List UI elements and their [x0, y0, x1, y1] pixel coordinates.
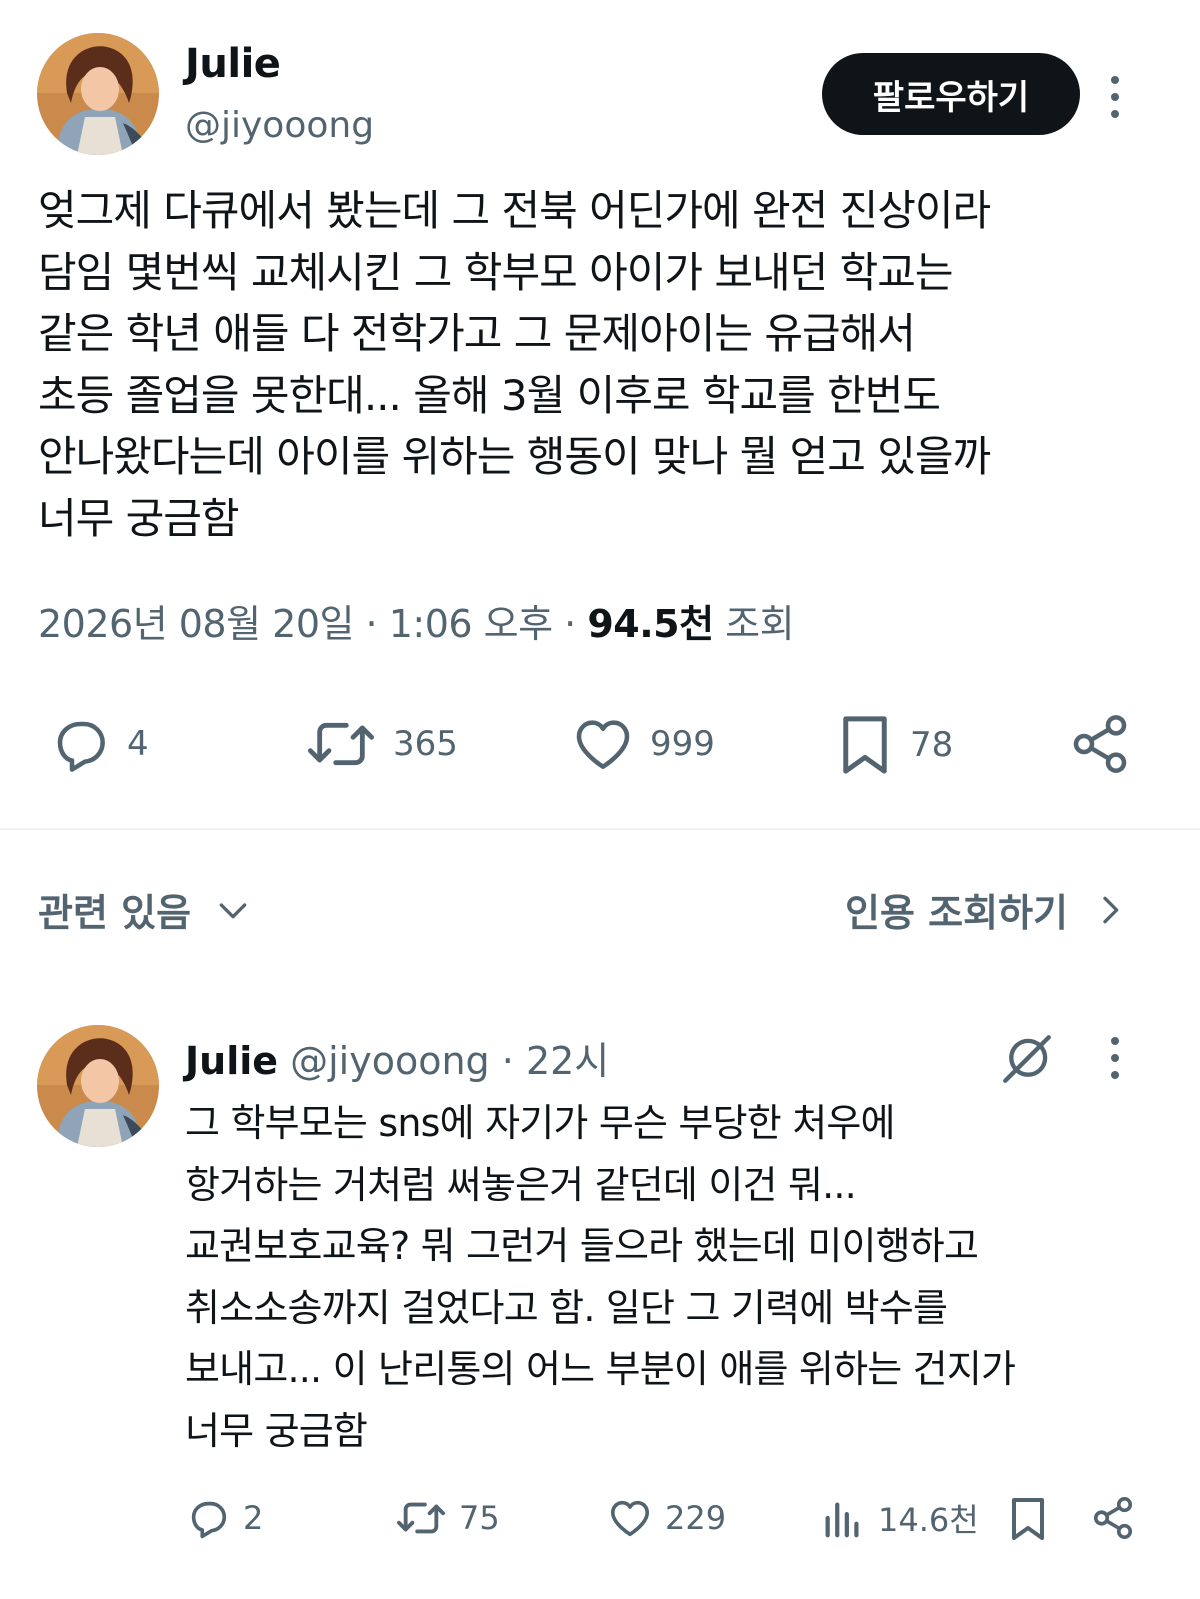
reply-button[interactable]: 4 — [47, 712, 149, 776]
views-label: 조회 — [725, 602, 795, 646]
reply-reply-count: 2 — [243, 1499, 264, 1537]
views-count: 94.5천 — [587, 602, 714, 646]
reply-like-count: 229 — [665, 1499, 727, 1537]
more-icon[interactable] — [1105, 76, 1125, 118]
reply-retweet-button[interactable]: 75 — [395, 1495, 500, 1541]
follow-button[interactable]: 팔로우하기 — [822, 53, 1080, 135]
retweet-icon — [397, 1502, 445, 1534]
related-label: 관련 있음 — [38, 891, 192, 935]
author-handle[interactable]: @jiyooong — [185, 105, 374, 146]
author-name[interactable]: Julie — [185, 41, 281, 87]
grok-icon[interactable] — [998, 1030, 1056, 1092]
share-icon — [1093, 1497, 1133, 1539]
tweet-date[interactable]: 2026년 08월 20일 — [38, 602, 354, 646]
reply-views-count: 14.6천 — [878, 1501, 979, 1539]
reply-more-icon[interactable] — [1105, 1037, 1125, 1079]
reply-icon — [57, 721, 105, 772]
reply-share-button[interactable] — [1090, 1495, 1136, 1541]
share-icon — [1073, 715, 1127, 773]
reply-reply-button[interactable]: 2 — [185, 1495, 263, 1541]
avatar-image — [37, 1025, 159, 1147]
related-dropdown[interactable]: 관련 있음 — [38, 882, 253, 937]
reply-avatar[interactable] — [37, 1025, 159, 1147]
share-button[interactable] — [1068, 712, 1132, 776]
bookmark-count: 78 — [910, 725, 954, 765]
reply-author-name[interactable]: Julie — [185, 1039, 278, 1083]
tweet-text: 엊그제 다큐에서 봤는데 그 전북 어딘가에 완전 진상이라 담임 몇번씩 교체… — [38, 186, 991, 543]
reply-header: Julie @jiyooong · 22시 — [185, 1039, 610, 1083]
bookmark-icon — [1012, 1498, 1044, 1540]
quote-label: 인용 조회하기 — [845, 891, 1068, 935]
views-icon — [825, 1502, 859, 1538]
chevron-right-icon — [1103, 896, 1119, 923]
reply-author-handle[interactable]: @jiyooong — [290, 1039, 490, 1083]
retweet-icon — [307, 722, 375, 766]
avatar-image — [37, 33, 159, 155]
like-count: 999 — [650, 724, 715, 764]
chevron-down-icon — [219, 902, 247, 918]
tweet-time[interactable]: 1:06 오후 — [389, 602, 553, 646]
reply-bookmark-button[interactable] — [1006, 1495, 1050, 1543]
like-button[interactable]: 999 — [570, 712, 715, 776]
avatar[interactable] — [37, 33, 159, 155]
retweet-button[interactable]: 365 — [303, 712, 458, 776]
bookmark-icon — [843, 716, 887, 774]
tweet-meta: 2026년 08월 20일 · 1:06 오후 · 94.5천 조회 — [38, 602, 795, 646]
retweet-count: 365 — [393, 724, 458, 764]
reply-count: 4 — [127, 724, 149, 764]
like-icon — [610, 1500, 650, 1537]
divider — [0, 828, 1200, 830]
bookmark-button[interactable]: 78 — [834, 712, 953, 778]
reply-views-button[interactable]: 14.6천 — [820, 1495, 979, 1541]
like-icon — [576, 720, 630, 769]
reply-icon — [191, 1501, 227, 1539]
reply-retweet-count: 75 — [459, 1499, 500, 1537]
reply-text: 그 학부모는 sns에 자기가 무슨 부당한 처우에 항거하는 거처럼 써놓은거… — [185, 1101, 1016, 1453]
reply-like-button[interactable]: 229 — [607, 1495, 726, 1541]
reply-time[interactable]: 22시 — [526, 1039, 609, 1083]
view-quotes-link[interactable]: 인용 조회하기 — [845, 882, 1130, 937]
